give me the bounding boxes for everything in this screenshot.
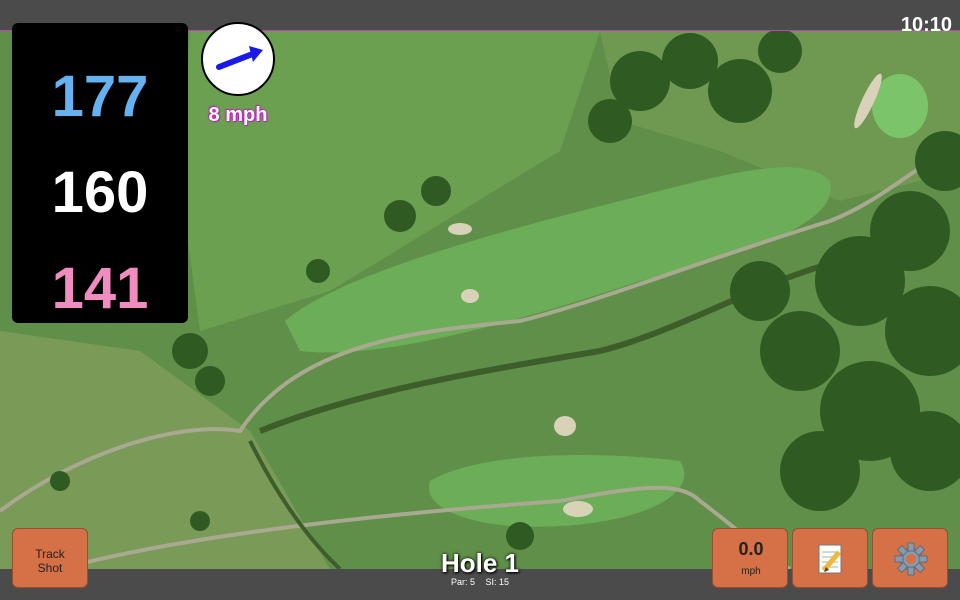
distance-panel: 177 160 141 bbox=[12, 23, 188, 323]
wind-speed: 8 mph bbox=[208, 104, 268, 126]
speed-button[interactable]: 0.0 mph bbox=[712, 528, 788, 588]
notes-button[interactable] bbox=[792, 528, 868, 588]
hole-title: Hole 1 bbox=[440, 548, 520, 578]
back-distance: 177 bbox=[51, 64, 149, 129]
hole-stroke-index: SI: 15 bbox=[485, 577, 510, 587]
wind-indicator[interactable] bbox=[201, 22, 275, 96]
settings-button[interactable] bbox=[872, 528, 948, 588]
hole-info: Par: 5 SI: 15 bbox=[380, 577, 580, 587]
gear-icon bbox=[894, 542, 928, 576]
speed-unit: mph bbox=[741, 566, 761, 577]
track-shot-button[interactable]: Track Shot bbox=[12, 528, 88, 588]
track-shot-label: Track Shot bbox=[35, 547, 65, 575]
notepad-icon bbox=[818, 544, 842, 574]
front-distance: 141 bbox=[51, 256, 149, 321]
hole-par: Par: 5 bbox=[450, 577, 475, 587]
middle-distance: 160 bbox=[51, 160, 149, 225]
arrow-right-icon bbox=[216, 46, 263, 70]
speed-value: 0.0 bbox=[738, 539, 764, 559]
